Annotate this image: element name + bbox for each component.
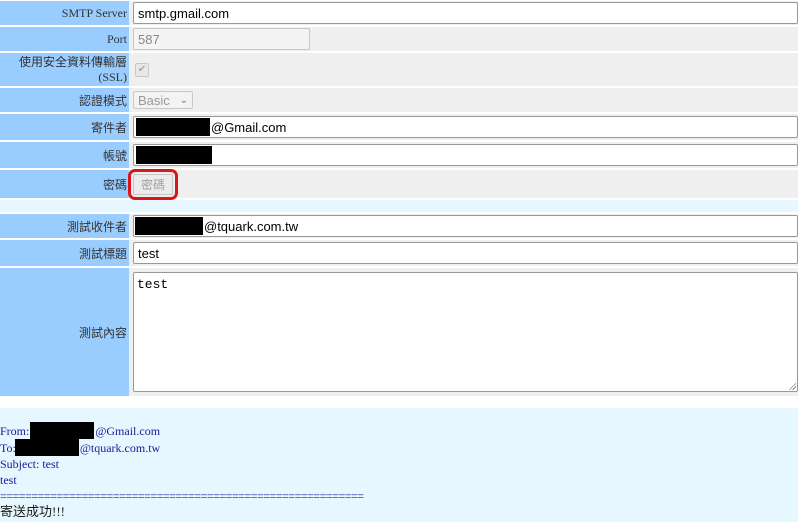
row-auth: 認證模式 Basic ⌄ — [0, 88, 798, 112]
test-subject-input[interactable]: test — [133, 242, 798, 264]
row-smtp-server: SMTP Server smtp.gmail.com — [0, 1, 798, 25]
spacer — [0, 200, 798, 212]
redaction-block — [135, 217, 203, 235]
result-separator: ========================================… — [0, 489, 364, 503]
auth-mode-value: Basic — [138, 92, 170, 108]
smtp-settings-form: SMTP Server smtp.gmail.com Port 587 使用安全… — [0, 0, 798, 398]
redaction-block — [136, 146, 212, 164]
auth-mode-select[interactable]: Basic ⌄ — [133, 91, 193, 109]
test-body-textarea[interactable]: test — [133, 272, 798, 392]
row-test-subject: 測試標題 test — [0, 240, 798, 266]
sender-label: 寄件者 — [0, 114, 129, 140]
checkmark-icon: ✔ — [137, 64, 147, 75]
account-input[interactable] — [133, 144, 798, 166]
port-input[interactable]: 587 — [133, 28, 310, 50]
result-from-line: From: @Gmail.com — [0, 422, 798, 439]
account-label: 帳號 — [0, 142, 129, 168]
result-from-prefix: From: — [0, 424, 30, 438]
result-body: test — [0, 473, 17, 487]
result-from-domain: @Gmail.com — [95, 424, 161, 438]
row-port: Port 587 — [0, 27, 798, 51]
test-subject-label: 測試標題 — [0, 240, 129, 266]
result-to-prefix: To: — [0, 441, 16, 455]
row-test-recipient: 測試收件者 @tquark.com.tw — [0, 214, 798, 238]
sender-domain: @Gmail.com — [211, 119, 287, 135]
test-body-text: test — [137, 277, 169, 292]
result-subject: Subject: test — [0, 457, 59, 471]
password-button[interactable]: 密碼 — [128, 168, 178, 200]
test-body-label: 測試內容 — [0, 268, 129, 396]
resize-grip-icon[interactable] — [788, 382, 796, 390]
result-to-domain: @tquark.com.tw — [79, 441, 161, 455]
ssl-label: 使用安全資料傳輸層 (SSL) — [0, 53, 129, 86]
redaction-block — [136, 118, 210, 136]
row-test-body: 測試內容 test — [0, 268, 798, 396]
row-sender: 寄件者 @Gmail.com — [0, 114, 798, 140]
password-label: 密碼 — [0, 170, 129, 198]
ssl-checkbox[interactable]: ✔ — [135, 62, 149, 77]
auth-label: 認證模式 — [0, 88, 129, 112]
result-to-line: To: @tquark.com.tw — [0, 439, 798, 456]
redaction-block — [14, 439, 79, 456]
row-password: 密碼 密碼 — [0, 168, 798, 200]
test-recipient-domain: @tquark.com.tw — [204, 218, 299, 234]
smtp-server-label: SMTP Server — [0, 1, 129, 25]
row-ssl: 使用安全資料傳輸層 (SSL) ✔ — [0, 53, 798, 86]
redaction-block — [30, 422, 95, 439]
result-status: 寄送成功!!! — [0, 504, 65, 519]
sender-input[interactable]: @Gmail.com — [133, 116, 798, 138]
row-account: 帳號 — [0, 142, 798, 168]
chevron-down-icon: ⌄ — [179, 94, 188, 106]
smtp-server-input[interactable]: smtp.gmail.com — [133, 2, 798, 24]
port-label: Port — [0, 27, 129, 51]
test-recipient-label: 測試收件者 — [0, 214, 129, 238]
send-result-panel: From: @Gmail.com To: @tquark.com.tw Subjec… — [0, 408, 798, 522]
test-recipient-input[interactable]: @tquark.com.tw — [133, 215, 798, 237]
